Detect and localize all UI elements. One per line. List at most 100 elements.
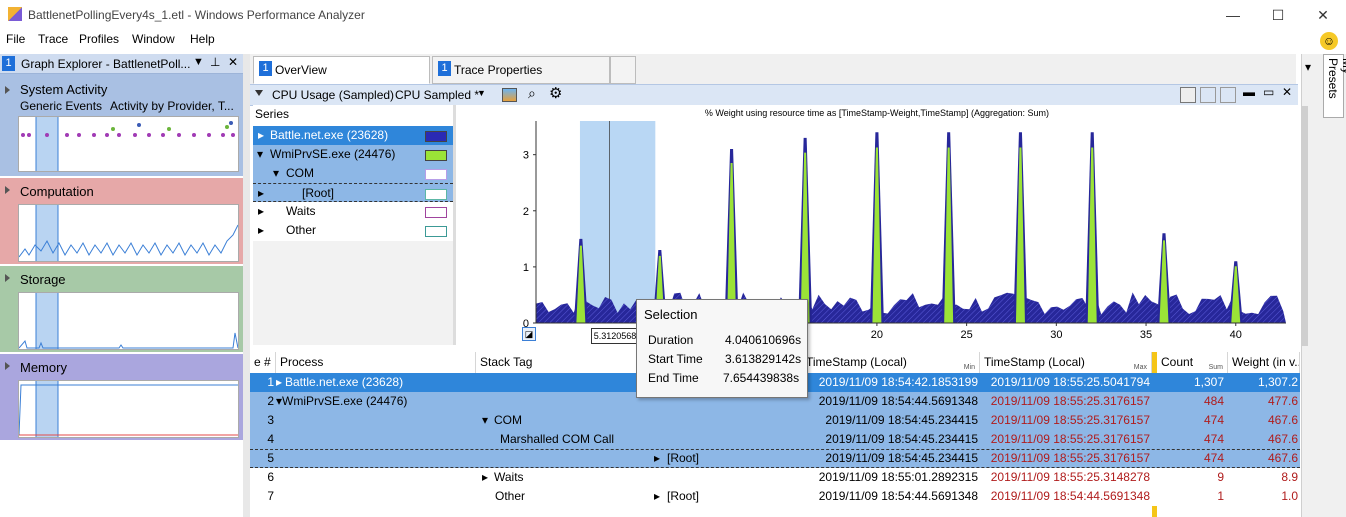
preset-dropdown[interactable]: CPU Sampled *	[395, 88, 479, 102]
category-system-activity[interactable]: System Activity Generic Events Activity …	[0, 74, 243, 176]
computation-thumbnail[interactable]	[18, 204, 239, 262]
graph-only-icon[interactable]	[1200, 87, 1216, 103]
expand-arrow-icon[interactable]: ▸	[654, 450, 660, 467]
y-tick-label: 3	[523, 150, 529, 162]
cell-weight: 467.6	[1267, 451, 1298, 465]
smiley-feedback-icon[interactable]: ☺	[1320, 32, 1338, 50]
chart-image-icon[interactable]	[502, 88, 517, 102]
panel-menu-icon[interactable]: ▾	[1305, 60, 1311, 74]
column-header-line[interactable]: e #	[250, 352, 276, 373]
category-storage[interactable]: Storage	[0, 266, 243, 352]
selection-region	[579, 121, 656, 323]
preset-dropdown-arrow-icon[interactable]: ▼	[477, 88, 486, 98]
column-header-process[interactable]: Process	[276, 352, 476, 373]
graph-title: CPU Usage (Sampled)	[272, 88, 395, 102]
thumb-label-activity: Activity by Provider, T...	[110, 99, 234, 113]
series-item-waits[interactable]: ▸ Waits	[253, 202, 453, 221]
category-memory[interactable]: Memory	[0, 354, 243, 440]
close-pane-icon[interactable]: ✕	[228, 55, 238, 69]
expand-arrow-icon[interactable]	[5, 86, 10, 94]
series-swatch[interactable]	[425, 189, 447, 200]
series-item-battle-net[interactable]: ▸ Battle.net.exe (23628)	[253, 126, 453, 145]
minimize-button[interactable]: —	[1218, 4, 1248, 26]
expand-arrow-icon[interactable]	[5, 274, 10, 282]
column-header-count[interactable]: Count Sum	[1157, 352, 1228, 373]
gear-icon[interactable]: ⚙	[549, 84, 562, 102]
collapse-arrow-icon[interactable]	[255, 90, 263, 96]
cell-stack-tag-child: [Root]	[667, 489, 700, 503]
tab-overflow[interactable]	[610, 56, 636, 84]
cell-line: 3	[267, 413, 274, 427]
column-header-timestamp-max[interactable]: TimeStamp (Local) Max	[980, 352, 1152, 373]
collapse-arrow-icon[interactable]: ▾	[482, 411, 488, 430]
series-swatch[interactable]	[425, 131, 447, 142]
storage-thumbnail[interactable]	[18, 292, 239, 350]
dropdown-arrow-icon[interactable]: ▼	[193, 56, 204, 68]
table-row[interactable]: 3 COM 2019/11/09 18:54:45.234415 2019/11/09…	[250, 411, 1300, 430]
scroll-left-icon[interactable]: ◪	[522, 327, 536, 341]
graph-explorer-badge: 1	[2, 56, 15, 71]
cpu-usage-chart[interactable]: % Weight using resource time as [TimeSta…	[456, 105, 1298, 345]
graph-and-table-icon[interactable]	[1180, 87, 1196, 103]
tooltip-value-duration: 4.040610696s	[725, 333, 802, 347]
expand-arrow-icon[interactable]: ▸	[654, 487, 660, 506]
pin-icon[interactable]: ⊥	[210, 55, 220, 69]
tab-trace-properties[interactable]: 1 Trace Properties	[432, 56, 610, 84]
search-icon[interactable]: ⌕	[528, 85, 536, 102]
close-button[interactable]: ✕	[1308, 4, 1338, 26]
series-swatch[interactable]	[425, 207, 447, 218]
series-item-wmiprvse[interactable]: ▾ WmiPrvSE.exe (24476)	[253, 145, 453, 164]
series-item-root[interactable]: ▸ [Root]	[253, 183, 453, 202]
menu-help[interactable]: Help	[190, 32, 215, 46]
series-item-com[interactable]: ▾ COM	[253, 164, 453, 183]
category-title: Computation	[20, 184, 94, 199]
cell-timestamp-min: 2019/11/09 18:54:45.234415	[825, 451, 978, 465]
table-only-icon[interactable]	[1220, 87, 1236, 103]
series-swatch[interactable]	[425, 169, 447, 180]
cell-line: 5	[267, 451, 274, 465]
menu-window[interactable]: Window	[132, 32, 175, 46]
category-computation[interactable]: Computation	[0, 178, 243, 264]
menu-file[interactable]: File	[6, 32, 25, 46]
x-tick-label: 25	[960, 329, 972, 341]
table-row[interactable]: 6 Waits 2019/11/09 18:55:01.2892315 2019/11…	[250, 468, 1300, 487]
column-header-timestamp-min[interactable]: TimeStamp (Local) Min	[802, 352, 980, 373]
cell-timestamp-min: 2019/11/09 18:55:01.2892315	[818, 470, 978, 484]
restore-view-icon[interactable]: ▭	[1263, 85, 1274, 99]
cell-count: 474	[1203, 432, 1224, 446]
collapse-arrow-icon[interactable]: ▾	[276, 392, 282, 411]
expand-arrow-icon[interactable]	[5, 362, 10, 370]
generic-events-thumbnail[interactable]	[18, 116, 239, 172]
minimize-view-icon[interactable]: ▬	[1243, 85, 1255, 99]
expand-arrow-icon[interactable]: ▸	[482, 468, 488, 487]
maximize-button[interactable]: ☐	[1263, 4, 1293, 26]
y-tick-label: 1	[523, 262, 529, 274]
pane-splitter[interactable]	[243, 54, 250, 517]
memory-thumbnail[interactable]	[18, 380, 239, 438]
close-view-icon[interactable]: ✕	[1282, 85, 1292, 99]
cell-timestamp-min: 2019/11/09 18:54:44.5691348	[818, 394, 978, 408]
series-swatch[interactable]	[425, 226, 447, 237]
graph-explorer-title: Graph Explorer - BattlenetPoll...	[21, 57, 191, 71]
app-icon	[8, 7, 22, 21]
series-swatch[interactable]	[425, 150, 447, 161]
expand-arrow-icon[interactable]: ▸	[276, 373, 282, 392]
series-item-other[interactable]: ▸ Other	[253, 221, 453, 240]
vertical-scrollbar[interactable]	[1302, 106, 1308, 346]
table-row[interactable]: 5 [Root] 2019/11/09 18:54:45.234415 2019/11…	[250, 449, 1300, 468]
table-row[interactable]: 7 Other [Root] 2019/11/09 18:54:44.5691348 2…	[250, 487, 1300, 506]
cell-process	[280, 430, 470, 449]
chart-plot[interactable]: 012320 25 30 35 40	[456, 105, 1298, 345]
title-bar: BattlenetPollingEvery4s_1.etl - Windows …	[0, 0, 1346, 30]
tab-overview[interactable]: 1 OverView	[253, 56, 430, 84]
column-header-weight[interactable]: Weight (in v...	[1228, 352, 1300, 373]
series-label: Other	[286, 223, 317, 237]
tooltip-label-duration: Duration	[648, 333, 694, 347]
table-row[interactable]: 4 Marshalled COM Call 2019/11/09 18:54:45.…	[250, 430, 1300, 449]
cell-timestamp-max: 2019/11/09 18:55:25.3148278	[990, 470, 1150, 484]
expand-arrow-icon[interactable]	[5, 186, 10, 194]
menu-trace[interactable]: Trace	[38, 32, 68, 46]
my-presets-tab[interactable]: My Presets	[1323, 54, 1346, 118]
menu-profiles[interactable]: Profiles	[79, 32, 119, 46]
cell-timestamp-max: 2019/11/09 18:55:25.3176157	[990, 413, 1150, 427]
